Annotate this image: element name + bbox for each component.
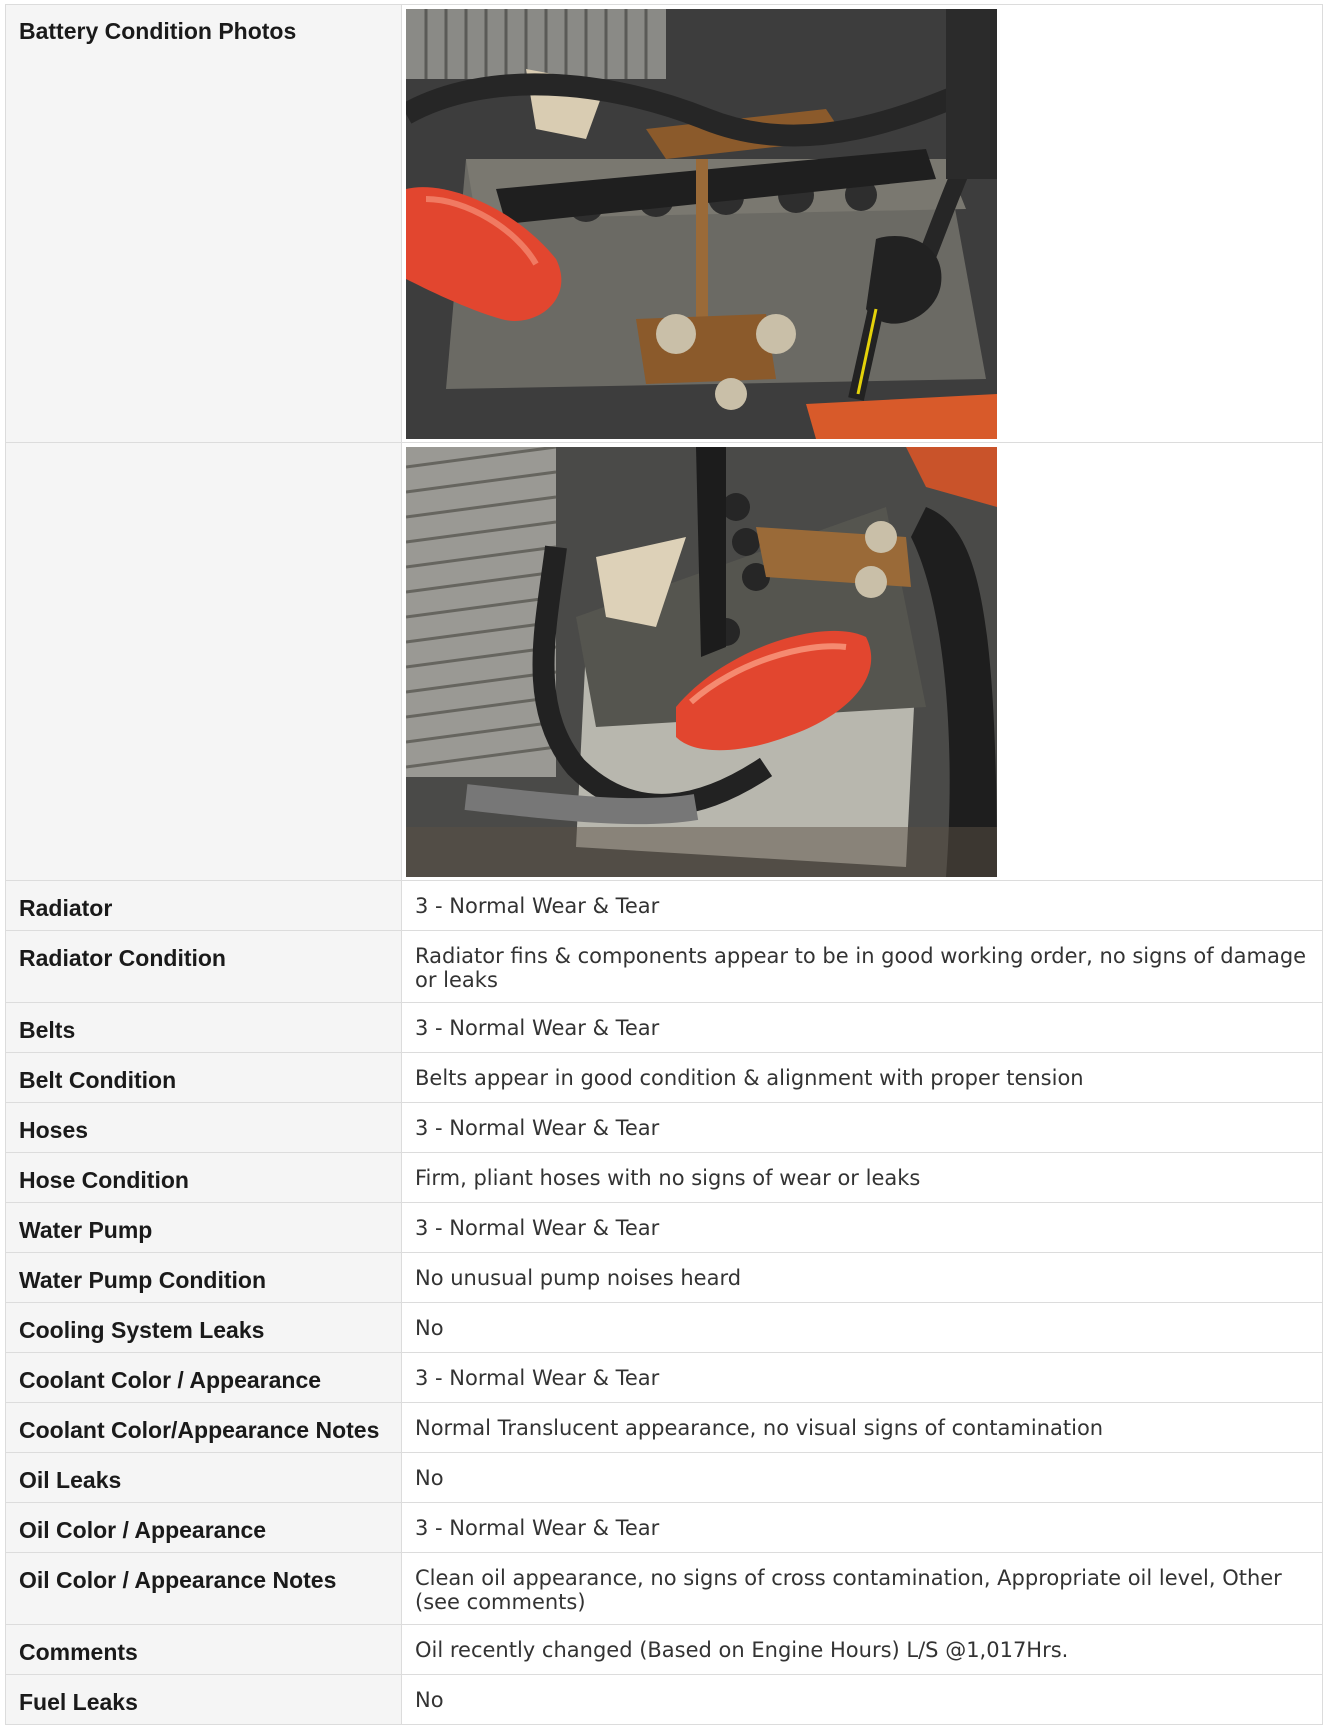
table-row: Fuel Leaks No bbox=[5, 1674, 1323, 1725]
row-value: Clean oil appearance, no signs of cross … bbox=[401, 1552, 1323, 1625]
row-value: No bbox=[401, 1452, 1323, 1503]
row-label: Cooling System Leaks bbox=[5, 1302, 402, 1353]
row-label: Water Pump Condition bbox=[5, 1252, 402, 1303]
row-label: Oil Color / Appearance bbox=[5, 1502, 402, 1553]
row-label: Battery Condition Photos bbox=[5, 4, 402, 443]
row-label: Oil Color / Appearance Notes bbox=[5, 1552, 402, 1625]
table-row: Water Pump 3 - Normal Wear & Tear bbox=[5, 1202, 1323, 1253]
table-row: Belts 3 - Normal Wear & Tear bbox=[5, 1002, 1323, 1053]
table-row: Oil Color / Appearance Notes Clean oil a… bbox=[5, 1552, 1323, 1625]
row-label: Water Pump bbox=[5, 1202, 402, 1253]
row-value: 3 - Normal Wear & Tear bbox=[401, 1352, 1323, 1403]
row-value: 3 - Normal Wear & Tear bbox=[401, 1502, 1323, 1553]
row-value: No unusual pump noises heard bbox=[401, 1252, 1323, 1303]
row-label: Coolant Color / Appearance bbox=[5, 1352, 402, 1403]
table-row: Hose Condition Firm, pliant hoses with n… bbox=[5, 1152, 1323, 1203]
row-label: Belt Condition bbox=[5, 1052, 402, 1103]
table-row: Radiator 3 - Normal Wear & Tear bbox=[5, 880, 1323, 931]
table-row: Coolant Color/Appearance Notes Normal Tr… bbox=[5, 1402, 1323, 1453]
row-value: Oil recently changed (Based on Engine Ho… bbox=[401, 1624, 1323, 1675]
battery-photo-2[interactable] bbox=[406, 447, 997, 877]
table-row: Water Pump Condition No unusual pump noi… bbox=[5, 1252, 1323, 1303]
row-value: Firm, pliant hoses with no signs of wear… bbox=[401, 1152, 1323, 1203]
row-value: 3 - Normal Wear & Tear bbox=[401, 880, 1323, 931]
battery-photo-1[interactable] bbox=[406, 9, 997, 439]
row-value: 3 - Normal Wear & Tear bbox=[401, 1102, 1323, 1153]
row-label: Comments bbox=[5, 1624, 402, 1675]
table-row: Coolant Color / Appearance 3 - Normal We… bbox=[5, 1352, 1323, 1403]
row-label: Coolant Color/Appearance Notes bbox=[5, 1402, 402, 1453]
row-label: Radiator bbox=[5, 880, 402, 931]
row-value: 3 - Normal Wear & Tear bbox=[401, 1002, 1323, 1053]
row-label: Hoses bbox=[5, 1102, 402, 1153]
row-value: Normal Translucent appearance, no visual… bbox=[401, 1402, 1323, 1453]
row-label: Radiator Condition bbox=[5, 930, 402, 1003]
table-row: Comments Oil recently changed (Based on … bbox=[5, 1624, 1323, 1675]
row-label bbox=[5, 442, 402, 881]
table-row bbox=[5, 442, 1323, 881]
inspection-table: Battery Condition Photos Radiator 3 - No… bbox=[5, 4, 1323, 1725]
table-row: Battery Condition Photos bbox=[5, 4, 1323, 443]
row-value: Belts appear in good condition & alignme… bbox=[401, 1052, 1323, 1103]
row-label: Oil Leaks bbox=[5, 1452, 402, 1503]
row-label: Hose Condition bbox=[5, 1152, 402, 1203]
photo-cell bbox=[401, 442, 1323, 881]
table-row: Belt Condition Belts appear in good cond… bbox=[5, 1052, 1323, 1103]
row-value: 3 - Normal Wear & Tear bbox=[401, 1202, 1323, 1253]
row-value: No bbox=[401, 1302, 1323, 1353]
table-row: Oil Color / Appearance 3 - Normal Wear &… bbox=[5, 1502, 1323, 1553]
row-label: Fuel Leaks bbox=[5, 1674, 402, 1725]
row-value: Radiator fins & components appear to be … bbox=[401, 930, 1323, 1003]
row-value: No bbox=[401, 1674, 1323, 1725]
photo-cell bbox=[401, 4, 1323, 443]
table-row: Radiator Condition Radiator fins & compo… bbox=[5, 930, 1323, 1003]
table-row: Cooling System Leaks No bbox=[5, 1302, 1323, 1353]
table-row: Hoses 3 - Normal Wear & Tear bbox=[5, 1102, 1323, 1153]
table-row: Oil Leaks No bbox=[5, 1452, 1323, 1503]
row-label: Belts bbox=[5, 1002, 402, 1053]
